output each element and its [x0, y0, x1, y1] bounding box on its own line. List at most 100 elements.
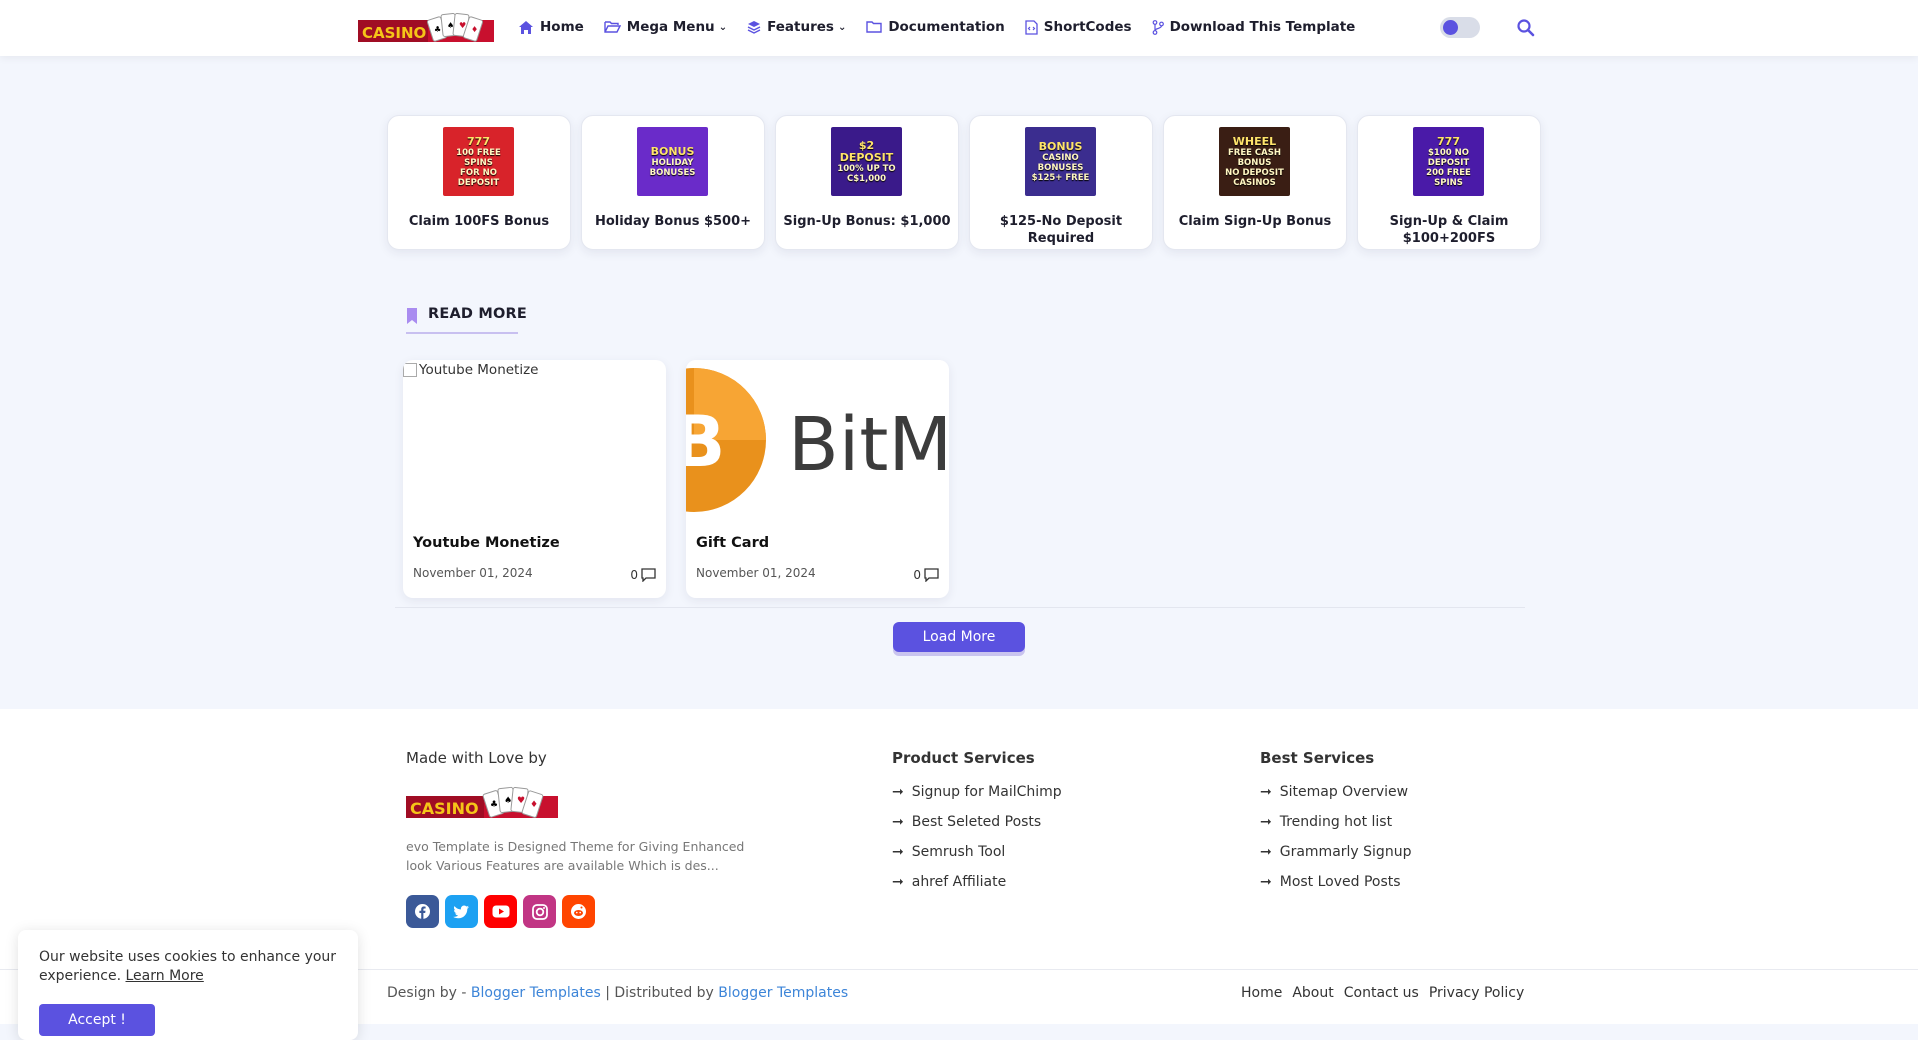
nav-home[interactable]: Home — [518, 19, 584, 35]
svg-text:♥: ♥ — [459, 21, 466, 30]
chevron-down-icon: ⌄ — [837, 21, 847, 33]
site-header: ♠ ♥ ♦ ♣ CASINO Home Mega Menu ⌄ Features… — [0, 0, 1918, 56]
divider — [395, 607, 1525, 608]
post-card[interactable]: Youtube Monetize Youtube Monetize Novemb… — [403, 360, 666, 598]
facebook-icon[interactable] — [406, 895, 439, 928]
bonus-card[interactable]: 777 100 FREE SPINS FOR NO DEPOSIT Claim … — [387, 115, 571, 250]
bonus-title: Sign-Up & Claim $100+200FS — [1389, 214, 1509, 246]
footer-home-link[interactable]: Home — [1241, 985, 1282, 1001]
footer-about-link[interactable]: About — [1292, 985, 1333, 1001]
svg-text:♦: ♦ — [530, 800, 538, 810]
image-alt-text: Youtube Monetize — [419, 362, 539, 378]
section-title: READ MORE — [428, 306, 528, 322]
bonus-title: Holiday Bonus $500+ — [594, 214, 752, 229]
footer-link-label: ahref Affiliate — [911, 874, 1007, 890]
site-logo[interactable]: ♠ ♥ ♦ ♣ CASINO — [358, 10, 494, 46]
credit-link[interactable]: Blogger Templates — [471, 985, 601, 1001]
bonus-card[interactable]: 777 $100 NO DEPOSIT 200 FREE SPINS Sign-… — [1357, 115, 1541, 250]
bonus-image: $2 DEPOSIT 100% UP TO C$1,000 — [831, 127, 902, 196]
nav-mega-menu[interactable]: Mega Menu ⌄ — [604, 19, 727, 35]
bonus-image-text: $100 NO DEPOSIT — [1427, 147, 1470, 168]
made-with-love: Made with Love by — [406, 749, 547, 767]
footer-bottom-links: Home About Contact us Privacy Policy — [1241, 985, 1534, 1001]
post-thumbnail[interactable]: Youtube Monetize — [403, 360, 666, 515]
dark-mode-toggle[interactable] — [1440, 17, 1480, 38]
post-title[interactable]: Youtube Monetize — [413, 535, 560, 551]
footer-link[interactable]: ➞ Best Seleted Posts — [892, 807, 1062, 837]
comment-count-value: 0 — [630, 568, 638, 582]
bonus-image-text: BONUS — [1038, 139, 1083, 153]
instagram-icon[interactable] — [523, 895, 556, 928]
bonus-card[interactable]: BONUS HOLIDAY BONUSES Holiday Bonus $500… — [581, 115, 765, 250]
comment-count[interactable]: 0 — [630, 568, 656, 582]
bonus-cards: 777 100 FREE SPINS FOR NO DEPOSIT Claim … — [387, 115, 1551, 250]
post-thumbnail[interactable]: B BitM — [686, 360, 949, 515]
product-services-column: Product Services ➞ Signup for MailChimp ➞… — [892, 749, 1062, 897]
bonus-image-text: $2 DEPOSIT — [839, 138, 894, 164]
bonus-card[interactable]: BONUS CASINO BONUSES $125+ FREE $125-No … — [969, 115, 1153, 250]
arrow-right-icon: ➞ — [892, 814, 904, 830]
footer-link[interactable]: ➞ Trending hot list — [1260, 807, 1411, 837]
post-card[interactable]: B BitM Gift Card November 01, 2024 0 — [686, 360, 949, 598]
credit-link[interactable]: Blogger Templates — [718, 985, 848, 1001]
footer-logo[interactable]: ♣ ♠ ♥ ♦ CASINO — [406, 784, 558, 822]
footer-link[interactable]: ➞ Sitemap Overview — [1260, 777, 1411, 807]
footer-credit: Design by - Blogger Templates | Distribu… — [387, 985, 848, 1001]
nav-features[interactable]: Features ⌄ — [747, 19, 846, 35]
broken-image: Youtube Monetize — [403, 362, 539, 378]
nav-documentation-label: Documentation — [888, 19, 1005, 35]
bonus-card[interactable]: $2 DEPOSIT 100% UP TO C$1,000 Sign-Up Bo… — [775, 115, 959, 250]
footer-link[interactable]: ➞ Signup for MailChimp — [892, 777, 1062, 807]
bonus-image-text: 100 FREE SPINS — [456, 147, 501, 168]
post-title[interactable]: Gift Card — [696, 535, 769, 551]
bonus-title: Sign-Up Bonus: $1,000 — [783, 214, 951, 229]
footer-link-label: Best Seleted Posts — [911, 814, 1042, 830]
bonus-title: $125-No Deposit Required — [999, 214, 1123, 246]
svg-text:♠: ♠ — [504, 796, 512, 806]
nav-mega-menu-label: Mega Menu — [626, 19, 715, 35]
reddit-icon[interactable] — [562, 895, 595, 928]
comment-icon — [641, 568, 656, 582]
accept-cookies-button[interactable]: Accept ! — [39, 1004, 155, 1036]
footer-link-label: Grammarly Signup — [1279, 844, 1412, 860]
footer-link-label: Semrush Tool — [911, 844, 1006, 860]
nav-features-label: Features — [767, 19, 834, 35]
nav-download-template[interactable]: Download This Template — [1152, 19, 1355, 35]
twitter-icon[interactable] — [445, 895, 478, 928]
nav-home-label: Home — [540, 19, 584, 35]
footer-link[interactable]: ➞ Semrush Tool — [892, 837, 1062, 867]
load-more-button[interactable]: Load More — [893, 622, 1025, 652]
bonus-image-text: $125+ FREE — [1031, 172, 1090, 183]
comment-count[interactable]: 0 — [913, 568, 939, 582]
bonus-image-text: BONUS — [650, 144, 695, 158]
footer-link[interactable]: ➞ ahref Affiliate — [892, 867, 1062, 897]
footer-link[interactable]: ➞ Grammarly Signup — [1260, 837, 1411, 867]
read-more-heading: READ MORE — [406, 306, 527, 334]
post-date: November 01, 2024 — [696, 566, 816, 580]
svg-text:♠: ♠ — [447, 21, 454, 30]
nav-documentation[interactable]: Documentation — [866, 19, 1005, 35]
home-icon — [518, 20, 534, 35]
bonus-title: Claim Sign-Up Bonus — [1178, 214, 1332, 229]
arrow-right-icon: ➞ — [1260, 874, 1272, 890]
youtube-icon[interactable] — [484, 895, 517, 928]
svg-text:♥: ♥ — [517, 796, 525, 806]
broken-image-icon — [403, 363, 417, 377]
bonus-card[interactable]: WHEEL FREE CASH BONUS NO DEPOSIT CASINOS… — [1163, 115, 1347, 250]
code-file-icon — [1025, 19, 1038, 35]
thumb-text: BitM — [788, 402, 949, 488]
footer-contact-link[interactable]: Contact us — [1344, 985, 1419, 1001]
footer-description: evo Template is Designed Theme for Givin… — [406, 839, 745, 873]
nav-shortcodes[interactable]: ShortCodes — [1025, 19, 1132, 35]
footer-link[interactable]: ➞ Most Loved Posts — [1260, 867, 1411, 897]
bonus-image-text: 100% UP TO — [837, 163, 896, 174]
learn-more-link[interactable]: Learn More — [126, 968, 204, 984]
bonus-title: Claim 100FS Bonus — [408, 214, 550, 229]
search-icon[interactable] — [1516, 18, 1536, 38]
footer-privacy-link[interactable]: Privacy Policy — [1429, 985, 1524, 1001]
column-heading: Product Services — [892, 749, 1035, 767]
credit-text: Design by - — [387, 985, 471, 1001]
bonus-image: 777 $100 NO DEPOSIT 200 FREE SPINS — [1413, 127, 1484, 196]
svg-text:B: B — [686, 401, 725, 483]
social-links — [406, 895, 601, 928]
